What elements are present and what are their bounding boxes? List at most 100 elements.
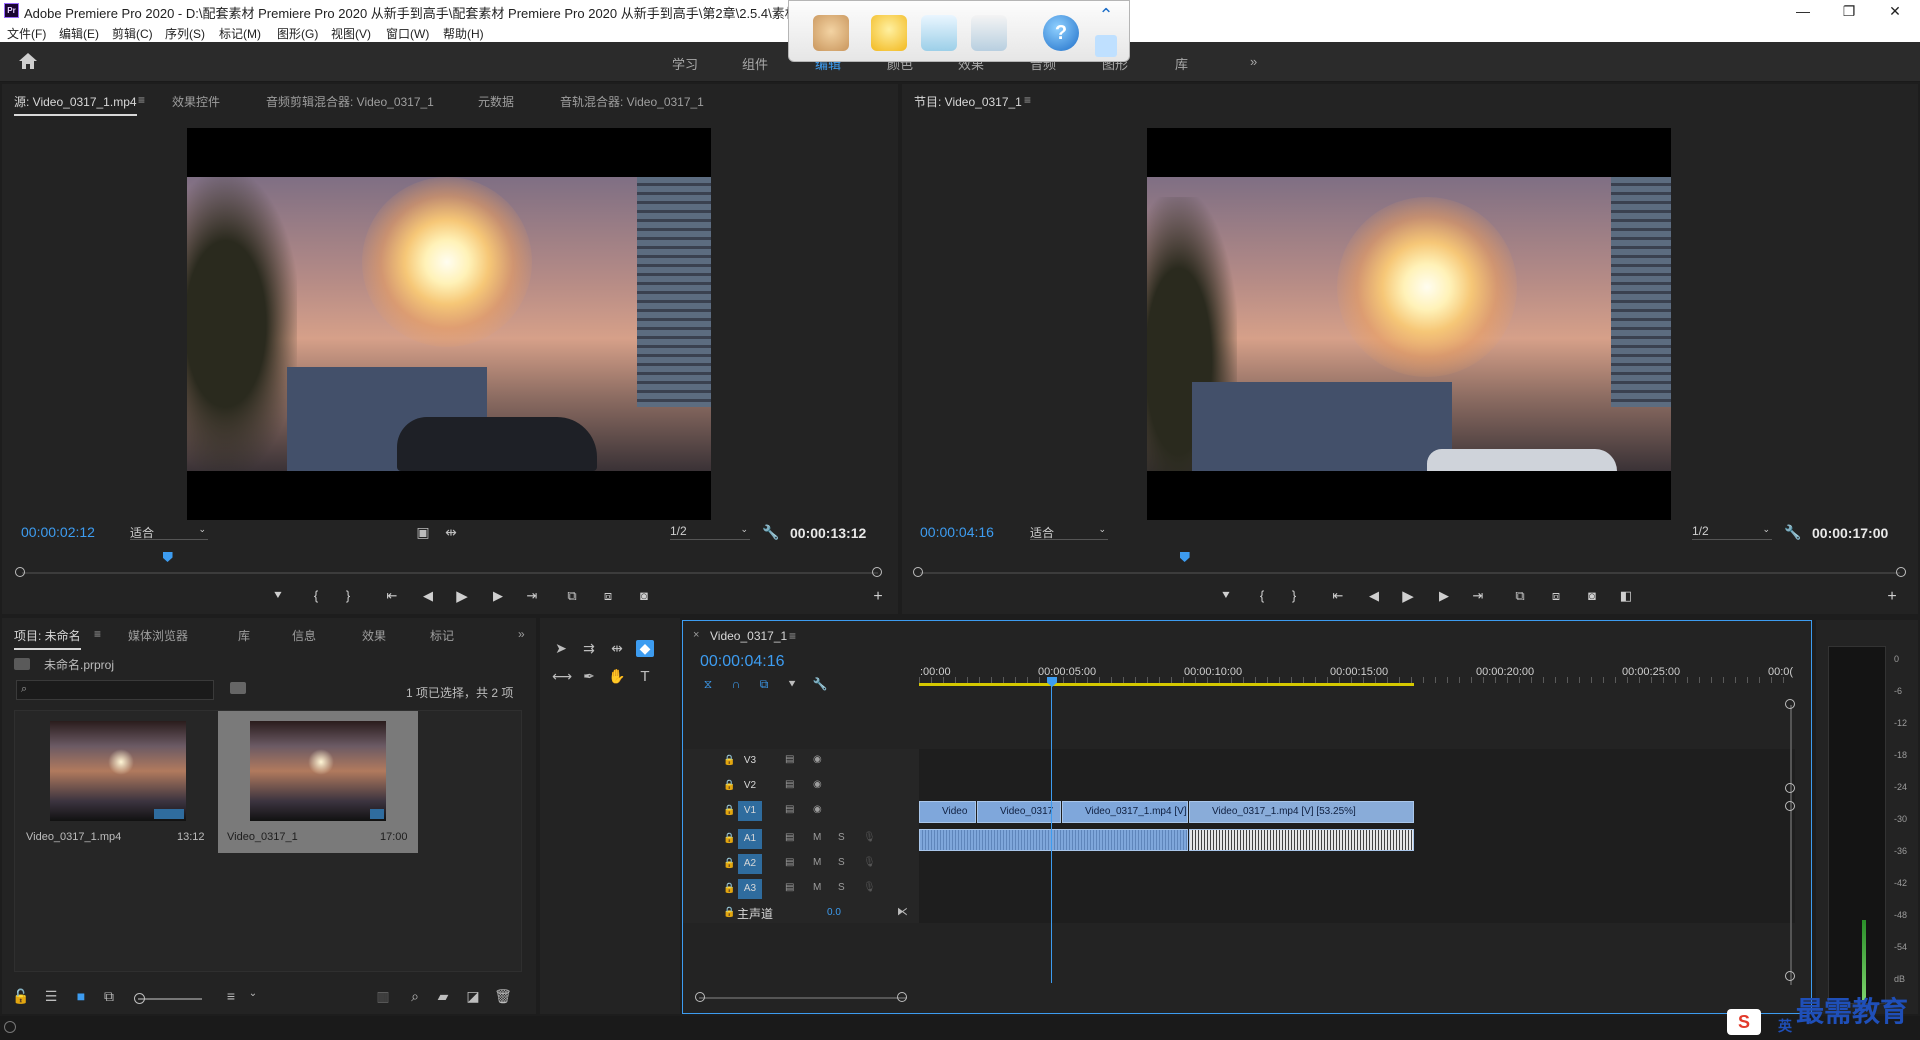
find-icon[interactable]: ⌕ [406,988,424,1005]
program-timecode[interactable]: 00:00:04:16 [920,524,994,540]
tab-markers[interactable]: 标记 [430,627,454,644]
mark-in-icon[interactable]: { [308,588,324,603]
source-playhead[interactable] [162,552,173,562]
tab-project[interactable]: 项目: 未命名 [14,627,81,650]
track-name[interactable]: V1 [738,801,762,821]
help-icon[interactable]: ? [1043,15,1079,51]
step-back-icon[interactable]: ◀ [420,588,436,604]
track-name[interactable]: A1 [738,829,762,849]
project-item-selected[interactable]: Video_0317_1 17:00 [218,711,418,853]
sort-icon[interactable]: ≡ [222,988,240,1004]
audio-clip-speed[interactable] [1189,829,1414,851]
source-scrub-bar[interactable] [22,572,878,574]
play-icon[interactable]: ▶ [454,587,470,605]
go-to-end-icon[interactable]: ⧔ [897,905,908,918]
mute-button[interactable]: M [813,857,821,868]
mark-out-icon[interactable]: } [340,588,356,603]
vertical-scrollbar[interactable] [1790,705,1792,985]
program-zoom-end-handle[interactable] [1896,567,1906,577]
insert-icon[interactable]: ▣ [414,524,432,541]
collapse-up-icon[interactable]: ⌃ [1095,5,1117,27]
program-resolution-dropdown[interactable]: 1/2 ⌄ [1692,524,1772,540]
tab-effects[interactable]: 效果 [362,627,386,644]
work-area-bar[interactable] [919,683,1414,686]
export-icon[interactable] [921,15,957,51]
drag-video-icon[interactable]: ⇹ [442,524,460,541]
lock-icon[interactable]: 🔒 [723,805,735,816]
microphone-icon[interactable]: 🎙 [863,832,876,843]
source-zoom-end-handle[interactable] [872,567,882,577]
zoom-icon[interactable] [971,15,1007,51]
export-frame-icon[interactable]: ◙ [636,588,652,603]
type-tool-icon[interactable]: T [636,668,654,685]
scroll-top-handle[interactable] [1785,699,1795,709]
selection-tool-icon[interactable]: ➤ [552,640,570,657]
timeline-playhead-line[interactable] [1051,683,1052,983]
step-forward-icon[interactable]: ▶ [1436,588,1452,604]
project-more-button[interactable]: » [518,627,525,641]
add-button-icon[interactable]: + [870,588,886,606]
source-menu-icon[interactable]: ≡ [138,93,145,107]
horizontal-scrollbar[interactable] [699,997,907,999]
ripple-edit-tool-icon[interactable]: ⇹ [608,640,626,657]
menu-marker[interactable]: 标记(M) [219,25,261,42]
sync-icon[interactable]: ▤ [785,857,794,868]
ime-logo-icon[interactable]: S [1727,1009,1761,1035]
video-clip[interactable]: Video [919,801,976,823]
workspace-more-button[interactable]: » [1250,54,1257,69]
video-clip[interactable]: Video_0317_1.mp4 [V] [1062,801,1188,823]
ime-language[interactable]: 英 [1778,1016,1792,1036]
lift-icon[interactable]: ⧉ [1512,588,1528,604]
tab-program[interactable]: 节目: Video_0317_1 [914,93,1022,114]
track-name[interactable]: A2 [738,854,762,874]
wrench-icon[interactable]: 🔧 [1784,524,1802,541]
track-name[interactable]: A3 [738,879,762,899]
add-button-icon[interactable]: + [1884,588,1900,606]
go-to-in-icon[interactable]: ⇤ [384,588,400,604]
microphone-icon[interactable]: 🎙 [863,857,876,868]
video-clip[interactable]: Video_0317 [977,801,1061,823]
hand-tool-icon[interactable]: ✋ [608,668,626,685]
tab-audio-clip-mixer[interactable]: 音频剪辑混合器: Video_0317_1 [266,93,434,110]
lock-icon[interactable]: 🔒 [723,883,735,894]
lock-icon[interactable]: 🔓 [12,988,30,1005]
tab-audio-track-mixer[interactable]: 音轨混合器: Video_0317_1 [560,93,704,110]
zoom-slider-handle[interactable] [134,993,145,1004]
add-marker-icon[interactable]: ⯆ [1218,588,1234,604]
go-to-out-icon[interactable]: ⇥ [524,588,540,604]
home-icon[interactable] [18,52,38,73]
menu-graphics[interactable]: 图形(G) [277,25,318,42]
menu-window[interactable]: 窗口(W) [386,25,429,42]
icon-view-icon[interactable]: ■ [72,988,90,1004]
lock-icon[interactable]: 🔒 [723,780,735,791]
mark-out-icon[interactable]: } [1286,588,1302,603]
add-marker-icon[interactable]: ⯆ [783,677,801,692]
project-search-input[interactable]: ⌕ [16,680,214,700]
sync-icon[interactable]: ▤ [785,804,794,815]
wrench-icon[interactable]: 🔧 [762,524,780,541]
new-item-icon[interactable]: ◪ [464,988,482,1005]
solo-button[interactable]: S [838,857,845,868]
source-video-frame[interactable] [187,128,711,520]
audio-clip[interactable] [919,829,1188,851]
export-frame-icon[interactable]: ◙ [1584,588,1600,603]
scroll-handle[interactable] [1785,801,1795,811]
minimize-button[interactable]: — [1780,0,1826,22]
slip-tool-icon[interactable]: ⟷ [552,668,572,685]
sync-icon[interactable]: ▤ [785,882,794,893]
source-zoom-start-handle[interactable] [15,567,25,577]
lock-icon[interactable]: 🔒 [723,858,735,869]
close-button[interactable]: ✕ [1872,0,1918,22]
scroll-end-handle[interactable] [897,992,907,1002]
insert-clip-icon[interactable]: ⧉ [564,588,580,604]
tab-source[interactable]: 源: Video_0317_1.mp4 [14,93,137,116]
track-name[interactable]: V3 [738,751,762,771]
mark-in-icon[interactable]: { [1254,588,1270,603]
go-to-out-icon[interactable]: ⇥ [1470,588,1486,604]
program-fit-dropdown[interactable]: 适合 ⌄ [1030,524,1108,540]
restore-button[interactable]: ❐ [1826,0,1872,22]
workspace-tab-libraries[interactable]: 库 [1175,54,1188,73]
nest-icon[interactable]: ⧖ [699,677,717,692]
play-icon[interactable]: ▶ [1400,587,1416,605]
linked-selection-icon[interactable]: ⧉ [755,677,773,692]
